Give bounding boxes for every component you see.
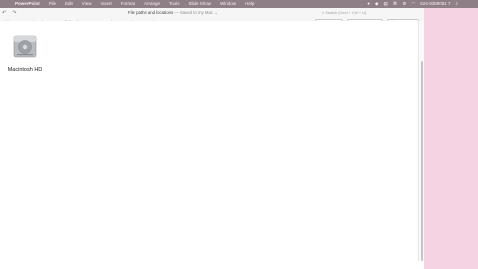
menubar-status-area: ● ◆ ▤ ⌘ ⚙ ◠ 524-9389081 7 ⌕: [367, 0, 458, 8]
vertical-scrollbar[interactable]: [418, 21, 424, 261]
menu-insert[interactable]: Insert: [100, 0, 111, 8]
drive-label: Macintosh HD: [7, 67, 43, 73]
menu-view[interactable]: View: [82, 0, 92, 8]
finder-content-area: Macintosh HD: [0, 21, 418, 261]
status-icon[interactable]: ●: [367, 0, 370, 8]
title-bar: ↶ ↷ File paths and locations — Saved to …: [0, 8, 424, 18]
status-icon[interactable]: ⌘: [393, 0, 398, 8]
undo-icon[interactable]: ↶: [2, 10, 6, 16]
status-text[interactable]: 524-9389081 7: [420, 0, 450, 8]
wifi-icon[interactable]: ◠: [411, 0, 415, 8]
search-icon: ⌕: [322, 11, 325, 15]
menu-tools[interactable]: Tools: [169, 0, 180, 8]
menu-slide-show[interactable]: Slide Show: [189, 0, 212, 8]
search-field[interactable]: ⌕ Search (Cmd + Ctrl + U): [322, 10, 414, 16]
macintosh-hd-item[interactable]: Macintosh HD: [5, 34, 45, 73]
chevron-down-icon: ⌄: [214, 10, 218, 15]
document-title[interactable]: File paths and locations — Saved to my M…: [128, 8, 218, 18]
scroll-thumb[interactable]: [420, 61, 423, 261]
redo-icon[interactable]: ↷: [12, 10, 16, 16]
menu-file[interactable]: File: [49, 0, 56, 8]
app-name-menu[interactable]: PowerPoint: [15, 0, 40, 8]
search-menubar-icon[interactable]: ⌕: [455, 0, 458, 8]
menu-format[interactable]: Format: [121, 0, 135, 8]
search-placeholder: Search (Cmd + Ctrl + U): [325, 11, 367, 15]
macos-menubar: PowerPoint File Edit View Insert Format …: [0, 0, 478, 8]
menu-help[interactable]: Help: [245, 0, 254, 8]
menu-edit[interactable]: Edit: [65, 0, 73, 8]
hard-drive-icon: [13, 35, 37, 58]
menu-window[interactable]: Window: [220, 0, 236, 8]
save-status: — Saved to my Mac: [174, 10, 214, 15]
status-icon[interactable]: ▤: [383, 0, 387, 8]
status-icon[interactable]: ⚙: [402, 0, 406, 8]
menu-arrange[interactable]: Arrange: [144, 0, 160, 8]
status-icon[interactable]: ◆: [375, 0, 378, 8]
document-name: File paths and locations: [128, 10, 174, 15]
